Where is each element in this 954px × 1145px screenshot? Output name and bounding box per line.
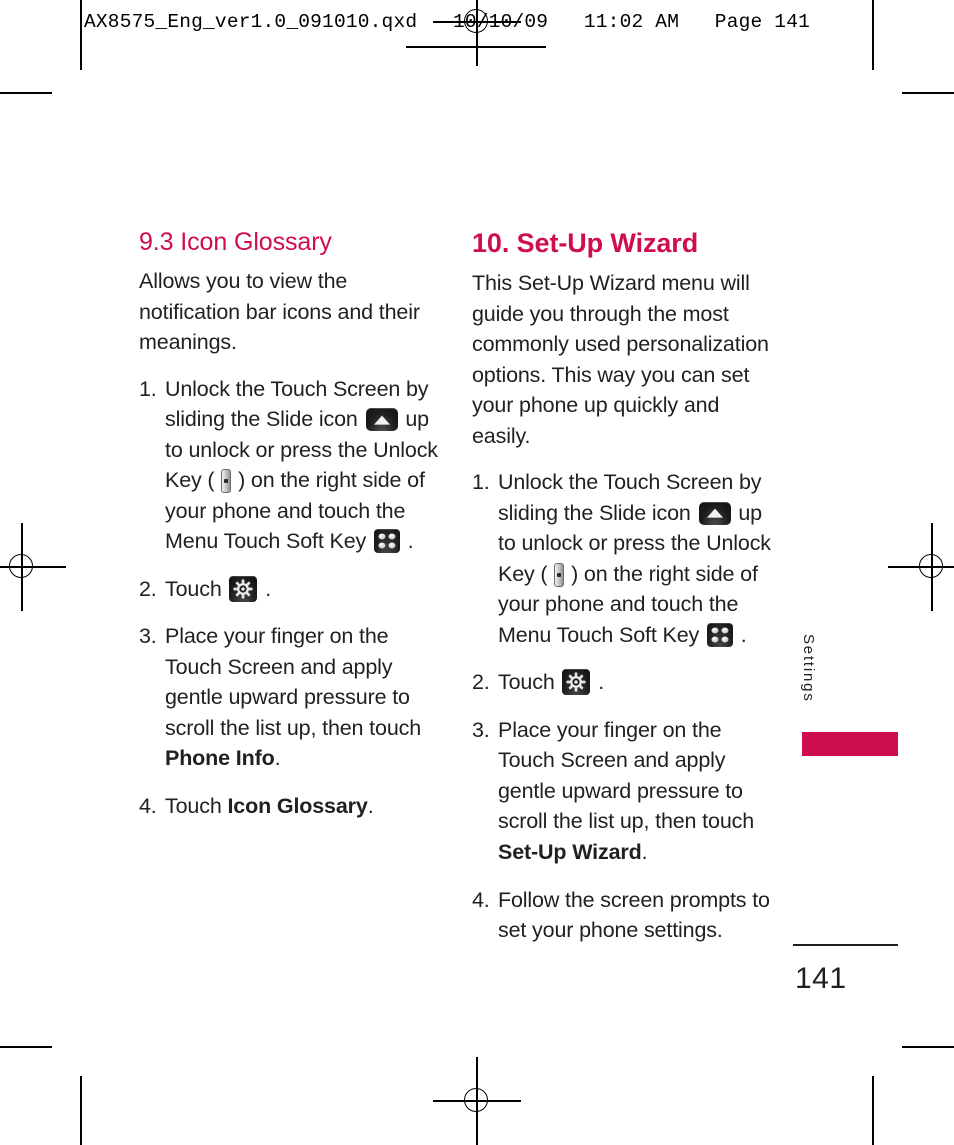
print-slug-line: AX8575_Eng_ver1.0_091010.qxd 10/10/09 11… — [84, 11, 811, 33]
four-dot-grid-glyph — [378, 533, 396, 549]
triangle-up-glyph — [706, 509, 723, 519]
side-tab-label-settings: Settings — [800, 634, 817, 703]
step-item: 3. Place your finger on the Touch Screen … — [472, 715, 772, 868]
crop-mark-top-right-horizontal — [902, 92, 954, 94]
step-text: Place your finger on the Touch Screen an… — [165, 624, 422, 740]
slide-up-icon — [698, 501, 731, 525]
section-heading-setup-wizard: 10. Set-Up Wizard — [472, 228, 699, 258]
four-dot-grid-glyph — [711, 627, 729, 643]
step-number: 2. — [472, 670, 490, 695]
menu-touch-soft-key-icon — [706, 622, 733, 647]
registration-cross-horizontal — [888, 566, 954, 568]
registration-mark-left — [0, 523, 66, 611]
step-number: 4. — [472, 887, 490, 912]
key-dot-glyph — [557, 572, 562, 577]
key-dot-glyph — [224, 479, 229, 484]
crop-mark-top-left-vertical — [80, 0, 82, 70]
registration-mark-bottom — [433, 1057, 521, 1145]
step-text: Touch — [498, 670, 561, 695]
step-text: Touch — [165, 576, 228, 601]
step-number: 1. — [472, 470, 490, 495]
steps-list-setup-wizard: 1. Unlock the Touch Screen by sliding the… — [472, 467, 772, 945]
right-column: 10. Set-Up Wizard This Set-Up Wizard men… — [472, 228, 772, 946]
crop-mark-bottom-left-vertical — [80, 1076, 82, 1145]
step-text: Place your finger on the Touch Screen an… — [498, 717, 755, 834]
crop-mark-bottom-left-horizontal — [0, 1046, 52, 1048]
step-emphasis: Set-Up Wizard — [498, 840, 642, 864]
step-text: . — [641, 840, 648, 864]
step-item: 2. Touch . — [472, 667, 772, 698]
step-text: . — [367, 793, 374, 818]
section-intro-icon-glossary: Allows you to view the notification bar … — [139, 269, 420, 355]
step-item: 1. Unlock the Touch Screen by sliding the… — [139, 374, 439, 557]
side-tab-color-block — [802, 732, 898, 756]
registration-cross-horizontal — [433, 1100, 521, 1102]
triangle-up-glyph — [373, 415, 390, 425]
step-item: 1. Unlock the Touch Screen by sliding the… — [472, 467, 772, 650]
folio-rule — [793, 944, 898, 946]
gear-glyph — [566, 672, 586, 692]
step-text: . — [274, 746, 281, 771]
unlock-key-icon — [554, 562, 565, 587]
step-item: 4. Follow the screen prompts to set your … — [472, 885, 772, 946]
step-text: Follow the screen prompts to set your ph… — [498, 887, 770, 943]
settings-gear-icon — [229, 575, 258, 602]
page-number: 141 — [795, 962, 847, 995]
gear-glyph — [233, 579, 253, 599]
page-canvas: AX8575_Eng_ver1.0_091010.qxd 10/10/09 11… — [0, 0, 954, 1145]
left-column: 9.3 Icon Glossary Allows you to view the… — [139, 228, 439, 821]
crop-mark-top-right-vertical — [872, 0, 874, 70]
step-number: 3. — [472, 717, 490, 742]
settings-gear-icon — [562, 669, 591, 696]
step-number: 1. — [139, 376, 157, 401]
section-intro-setup-wizard: This Set-Up Wizard menu will guide you t… — [472, 271, 769, 448]
step-text: Touch — [165, 793, 228, 818]
step-number: 3. — [139, 624, 157, 649]
step-emphasis: Icon Glossary — [227, 793, 368, 818]
step-item: 4. Touch Icon Glossary. — [139, 791, 439, 822]
step-item: 2. Touch . — [139, 574, 439, 605]
unlock-key-icon — [221, 469, 232, 494]
section-heading-icon-glossary: 9.3 Icon Glossary — [139, 228, 332, 256]
steps-list-icon-glossary: 1. Unlock the Touch Screen by sliding the… — [139, 374, 439, 822]
registration-cross-horizontal — [0, 566, 66, 568]
step-number: 2. — [139, 576, 157, 601]
step-text: . — [259, 576, 272, 601]
slide-up-icon — [365, 408, 398, 432]
step-text: . — [734, 622, 747, 647]
step-text: . — [592, 670, 605, 695]
step-emphasis: Phone Info — [165, 746, 275, 771]
step-text: . — [401, 529, 414, 554]
menu-touch-soft-key-icon — [373, 529, 400, 554]
crop-mark-bottom-right-vertical — [872, 1076, 874, 1145]
registration-mark-right — [888, 523, 954, 611]
step-number: 4. — [139, 793, 157, 818]
step-item: 3. Place your finger on the Touch Screen … — [139, 621, 439, 774]
crop-mark-top-left-horizontal — [0, 92, 52, 94]
crop-mark-bottom-right-horizontal — [902, 1046, 954, 1048]
